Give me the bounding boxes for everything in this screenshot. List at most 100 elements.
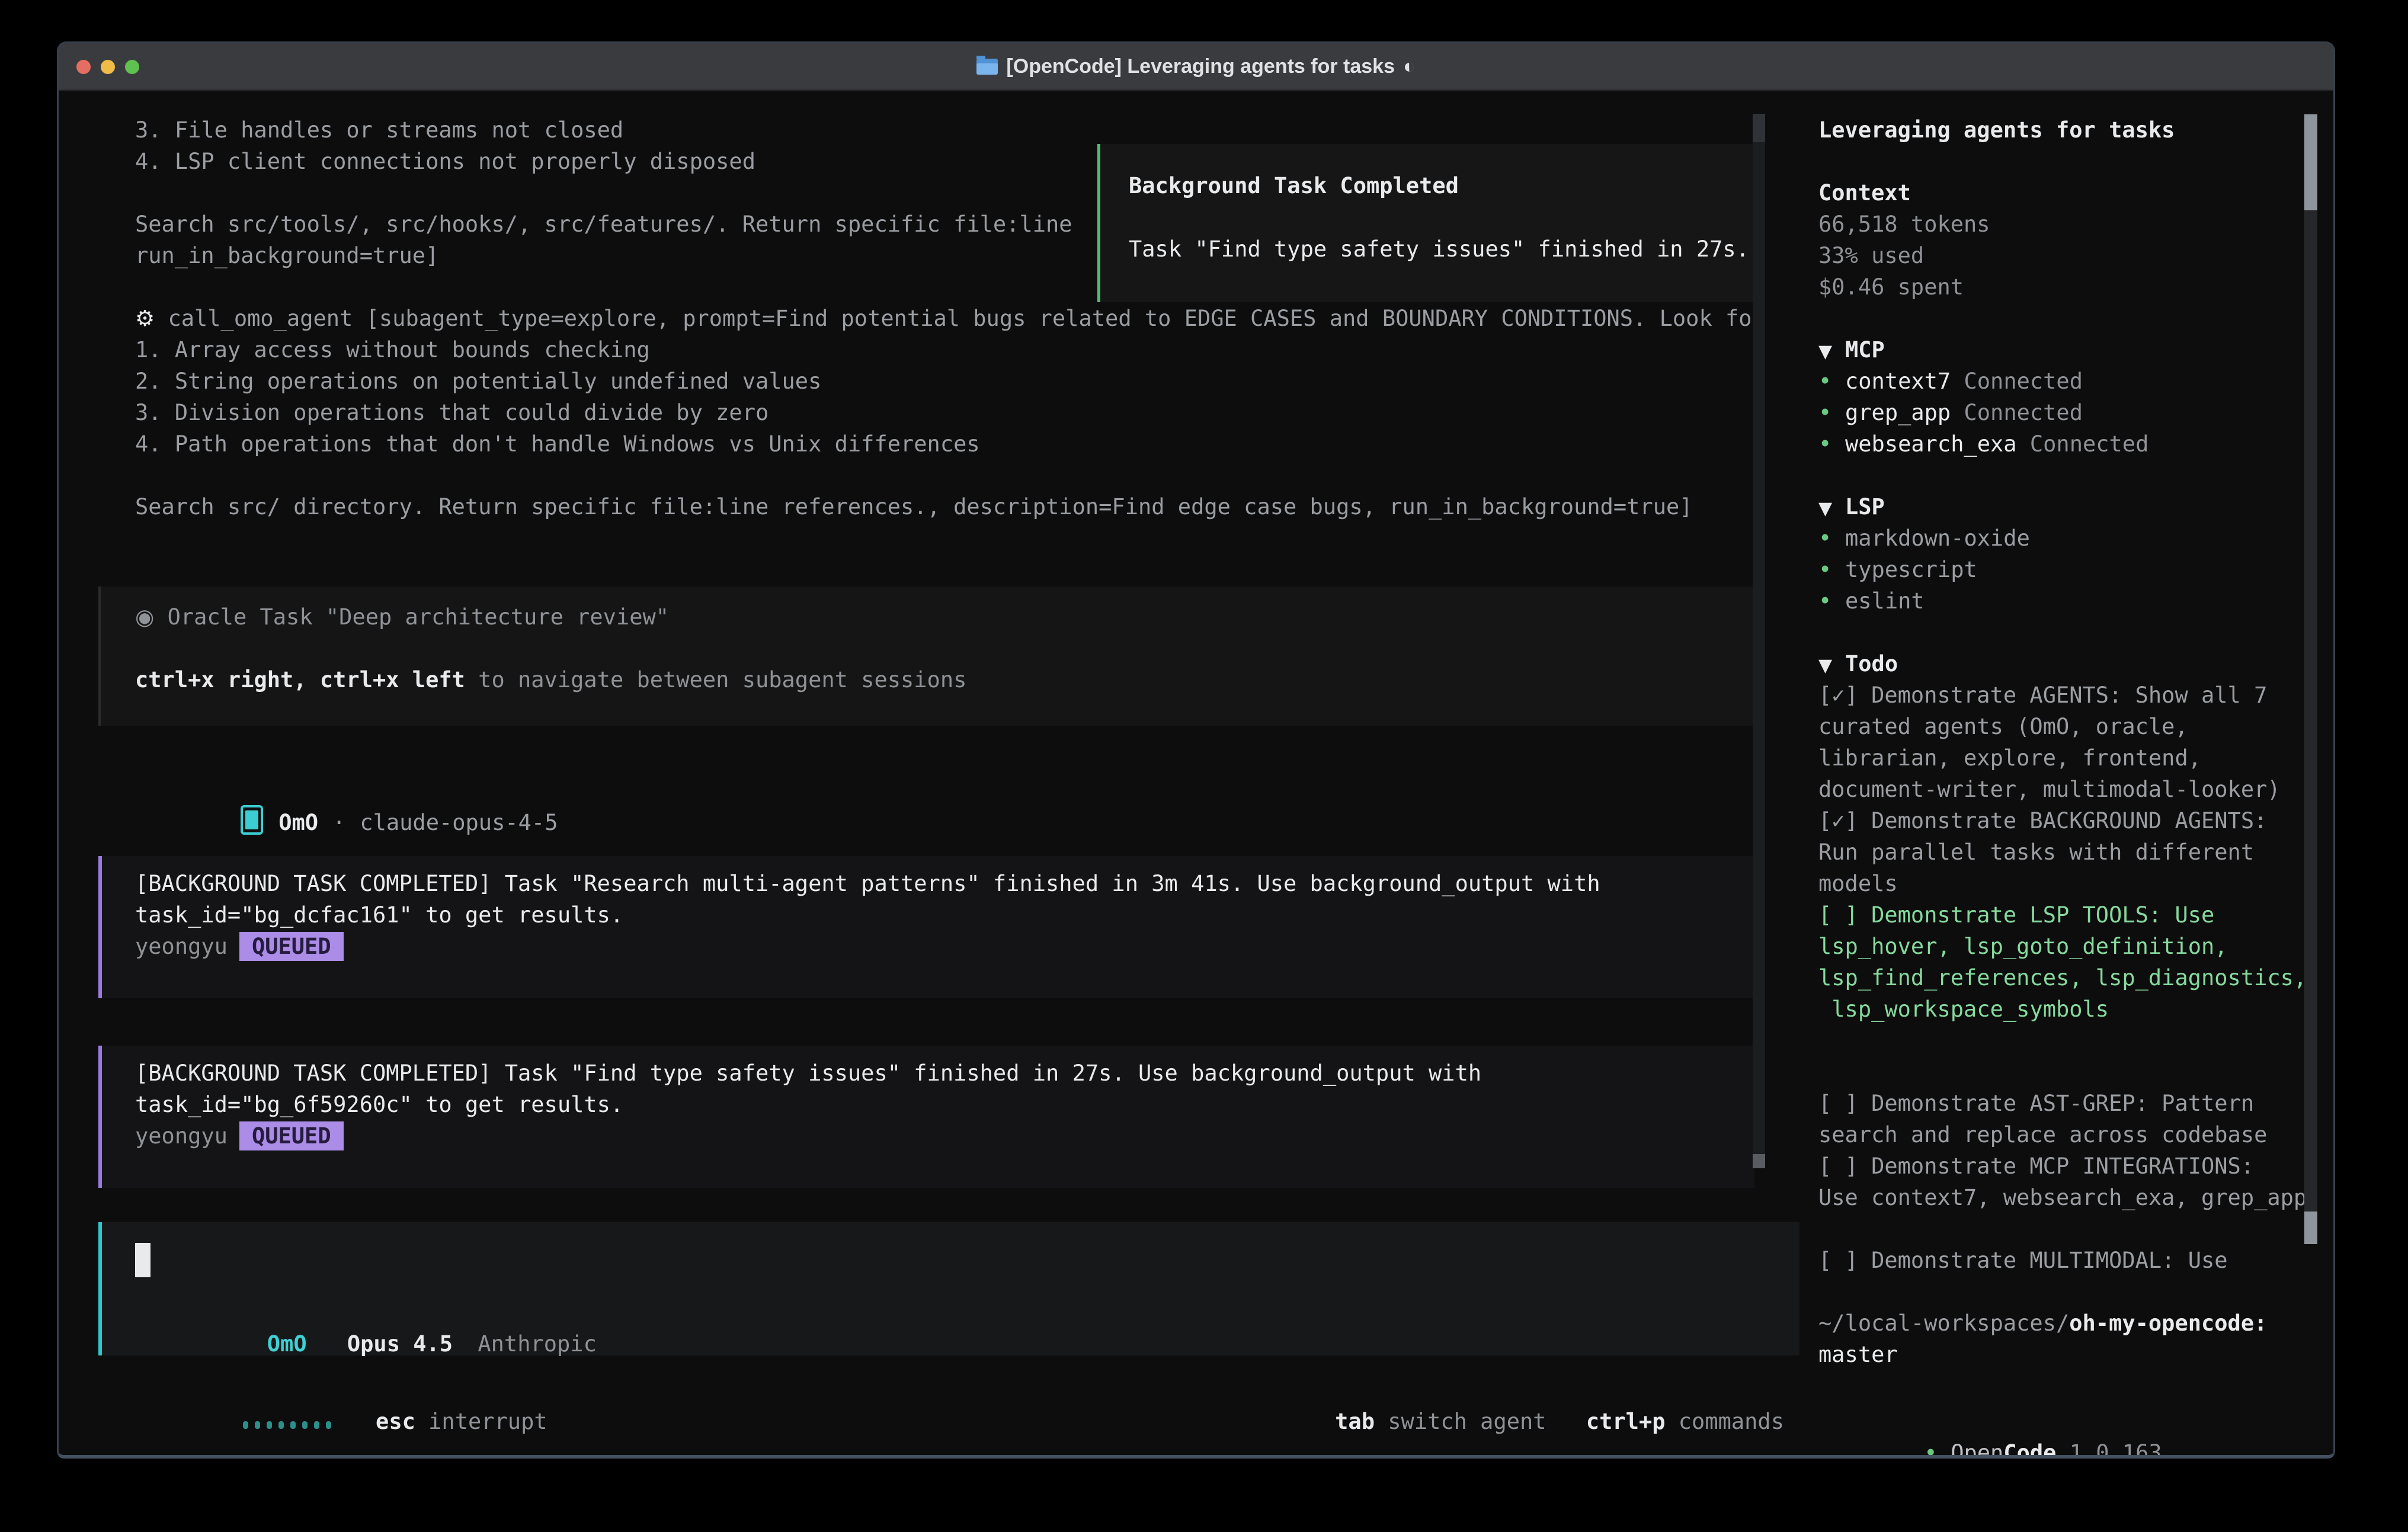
sidebar-scrollbar-track[interactable] — [2304, 114, 2317, 1244]
workspace-repo: oh-my-opencode: — [2069, 1310, 2267, 1336]
message-line: task_id="bg_6f59260c" to get results. — [135, 1089, 1754, 1120]
status-dot-icon: • — [1924, 1437, 1951, 1459]
context-spent: $0.46 spent — [1818, 271, 1990, 303]
active-model-label: Opus 4.5 — [347, 1331, 453, 1357]
oracle-task-box[interactable]: ◉ Oracle Task "Deep architecture review"… — [98, 586, 1754, 726]
oracle-task-title: Oracle Task "Deep architecture review" — [168, 604, 669, 630]
window-title: [OpenCode] Leveraging agents for tasks — [1006, 55, 1395, 78]
transcript-line: run_in_background=true] — [135, 240, 1072, 271]
mcp-item: •websearch_exa Connected — [1818, 428, 2148, 460]
workspace-info: ~/local-workspaces/oh-my-opencode: maste… — [1818, 1307, 2267, 1370]
tool-call-item: 4. Path operations that don't handle Win… — [135, 428, 1765, 460]
mcp-name: websearch_exa — [1845, 431, 2017, 457]
message-line: [BACKGROUND TASK COMPLETED] Task "Resear… — [135, 868, 1754, 899]
status-dot-icon: • — [1818, 366, 1845, 397]
text-cursor — [135, 1243, 150, 1277]
transcript-line: 3. File handles or streams not closed — [135, 114, 1072, 146]
close-button[interactable] — [76, 60, 91, 74]
lsp-item: •markdown-oxide — [1818, 523, 2030, 554]
todo-item-pending: [ ] Demonstrate MCP INTEGRATIONS: Use co… — [1818, 1150, 2334, 1213]
tool-call-item: 3. Division operations that could divide… — [135, 397, 1765, 428]
titlebar[interactable]: [OpenCode] Leveraging agents for tasks ◐ — [59, 43, 2333, 91]
todo-heading-row[interactable]: ▼Todo — [1818, 648, 1898, 680]
lsp-name: markdown-oxide — [1845, 525, 2030, 551]
mcp-item: •grep_app Connected — [1818, 397, 2148, 428]
lsp-heading: LSP — [1845, 494, 1885, 520]
sidebar-scrollbar-thumb-bottom[interactable] — [2304, 1212, 2317, 1244]
background-task-toast: Background Task Completed Task "Find typ… — [1097, 144, 1760, 302]
mcp-name: context7 — [1845, 368, 1951, 394]
mcp-status: Connected — [2030, 431, 2148, 457]
message-author: yeongyu — [135, 934, 228, 959]
status-dot-icon: • — [1818, 585, 1845, 617]
mcp-heading-row[interactable]: ▼MCP — [1818, 334, 2148, 366]
tool-call-text: call_omo_agent [subagent_type=explore, p… — [168, 306, 1765, 331]
lsp-name: typescript — [1845, 557, 1977, 582]
mcp-heading: MCP — [1845, 337, 1885, 363]
separator-dot: · — [332, 810, 345, 835]
tool-call-block: ⚙ call_omo_agent [subagent_type=explore,… — [135, 303, 1765, 523]
keybind-hint: ctrl+x right, ctrl+x left — [135, 667, 465, 693]
transcript-intro: 3. File handles or streams not closed 4.… — [135, 114, 1072, 271]
message-line: [BACKGROUND TASK COMPLETED] Task "Find t… — [135, 1057, 1754, 1089]
workspace-path: ~/local-workspaces/oh-my-opencode: — [1818, 1307, 2267, 1339]
tab-key-label: switch agent — [1388, 1409, 1546, 1434]
prompt-input[interactable]: OmO Opus 4.5 Anthropic — [98, 1222, 1799, 1355]
oracle-task-hint: ctrl+x right, ctrl+x left to navigate be… — [135, 664, 966, 696]
window-title-group: [OpenCode] Leveraging agents for tasks ◐ — [976, 55, 1415, 78]
main-scrollbar-thumb-top[interactable] — [1753, 114, 1765, 142]
todo-item-done: [✓] Demonstrate AGENTS: Show all 7 curat… — [1818, 680, 2334, 805]
transcript-line — [135, 177, 1072, 209]
tool-call-tail: Search src/ directory. Return specific f… — [135, 491, 1765, 523]
todo-heading: Todo — [1845, 651, 1898, 677]
mcp-status: Connected — [1964, 368, 2083, 394]
context-used: 33% used — [1818, 240, 1990, 271]
agent-model: claude-opus-4-5 — [360, 810, 558, 835]
commands-key-label: commands — [1679, 1409, 1784, 1434]
chevron-down-icon[interactable]: ▼ — [1818, 650, 1845, 681]
workspace-branch: master — [1818, 1339, 2267, 1370]
sidebar-session-title: Leveraging agents for tasks — [1818, 114, 2175, 146]
provider-label: Anthropic — [478, 1331, 596, 1357]
background-task-message[interactable]: [BACKGROUND TASK COMPLETED] Task "Resear… — [98, 856, 1754, 998]
agent-avatar-icon — [241, 805, 263, 835]
folder-icon — [976, 59, 998, 75]
tool-call-line: ⚙ call_omo_agent [subagent_type=explore,… — [135, 303, 1765, 334]
status-dot-icon: • — [1818, 523, 1845, 554]
mcp-name: grep_app — [1845, 400, 1951, 425]
message-line: task_id="bg_dcfac161" to get results. — [135, 899, 1754, 931]
context-heading: Context — [1818, 177, 1990, 209]
minimize-button[interactable] — [101, 60, 115, 74]
model-indicator: OmO Opus 4.5 Anthropic — [135, 1297, 597, 1328]
todo-item-active: [ ] Demonstrate LSP TOOLS: Use lsp_hover… — [1818, 899, 2334, 1025]
chevron-down-icon[interactable]: ▼ — [1818, 336, 1845, 367]
traffic-lights — [76, 43, 139, 91]
main-scrollbar-track[interactable] — [1753, 114, 1765, 1168]
sidebar-scrollbar-thumb-top[interactable] — [2304, 114, 2317, 210]
zoom-button[interactable] — [125, 60, 139, 74]
status-left: esc interrupt — [111, 1374, 547, 1406]
background-task-message[interactable]: [BACKGROUND TASK COMPLETED] Task "Find t… — [98, 1046, 1754, 1188]
commands-key-hint: ctrl+p — [1586, 1409, 1666, 1434]
chevron-down-icon[interactable]: ▼ — [1818, 493, 1845, 524]
status-dot-icon: • — [1818, 554, 1845, 585]
todo-item-pending: [ ] Demonstrate AST-GREP: Pattern search… — [1818, 1088, 2334, 1150]
lsp-item: •eslint — [1818, 585, 2030, 617]
terminal-window: [OpenCode] Leveraging agents for tasks ◐… — [57, 41, 2335, 1459]
gear-icon: ⚙ — [135, 306, 155, 331]
agent-header: OmO·claude-opus-4-5 — [135, 774, 558, 805]
session-state-icon: ◐ — [1403, 55, 1416, 78]
transcript-line: Search src/tools/, src/hooks/, src/featu… — [135, 209, 1072, 240]
mcp-status: Connected — [1964, 400, 2083, 425]
sidebar-context-section: Context 66,518 tokens 33% used $0.46 spe… — [1818, 177, 1990, 303]
active-agent-label: OmO — [267, 1331, 307, 1357]
app-version-row: •OpenCode 1.0.163 — [1818, 1406, 2162, 1437]
todo-item-pending: [ ] Demonstrate MULTIMODAL: Use — [1818, 1245, 2334, 1276]
esc-key-label: interrupt — [428, 1409, 547, 1434]
main-scrollbar-thumb-bottom[interactable] — [1753, 1154, 1765, 1168]
esc-key-hint: esc — [376, 1409, 415, 1434]
context-tokens: 66,518 tokens — [1818, 209, 1990, 240]
lsp-heading-row[interactable]: ▼LSP — [1818, 491, 2030, 523]
message-author: yeongyu — [135, 1123, 228, 1149]
status-right: tab switch agent ctrl+p commands — [1203, 1374, 1784, 1406]
